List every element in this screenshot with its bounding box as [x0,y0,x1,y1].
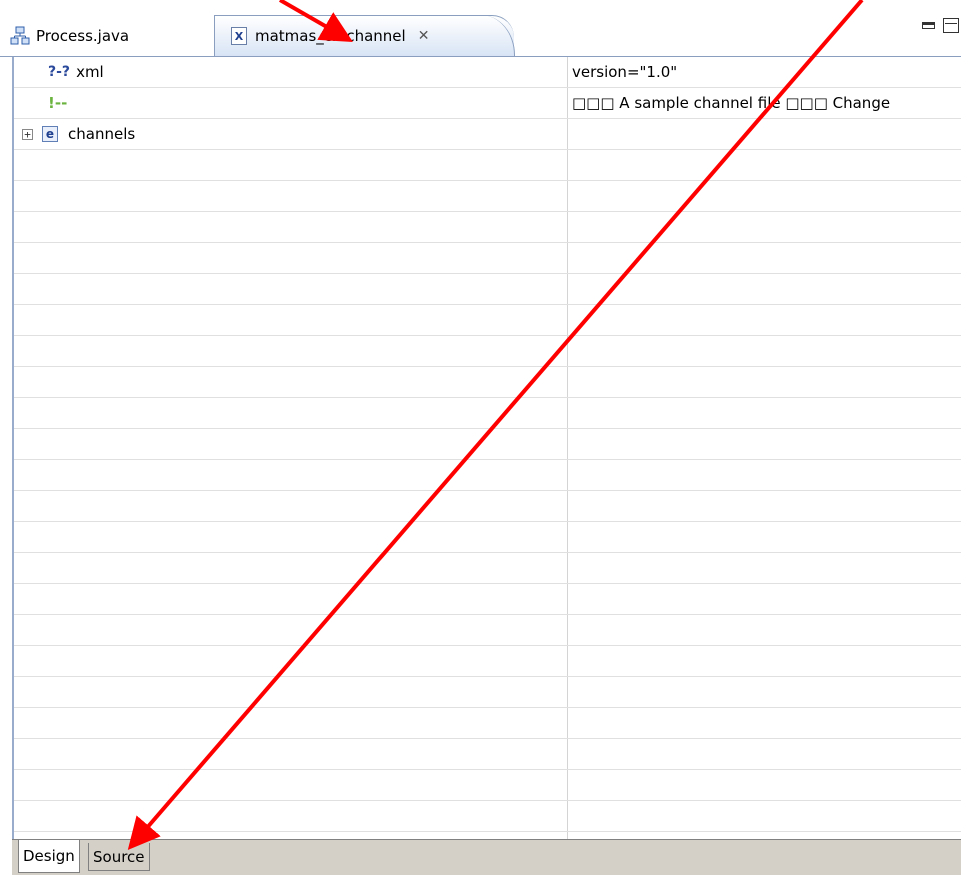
close-icon[interactable]: ✕ [418,28,430,44]
tab-label: Process.java [36,26,130,45]
empty-row [14,305,961,336]
empty-row [14,274,961,305]
empty-row [14,584,961,615]
empty-row [14,243,961,274]
svg-text:X: X [235,30,244,43]
editor-mode-tabs: Design Source [12,839,961,875]
tab-matmas-channel[interactable]: X matmas_ch.channel ✕ [214,15,515,57]
empty-row [14,801,961,832]
expand-icon[interactable]: + [22,128,33,140]
xml-design-grid: ?-? xml version="1.0" !-- □□□ A sample c… [12,57,961,839]
tab-design[interactable]: Design [18,840,80,873]
comment-icon: !-- [48,94,68,112]
tree-row-channels[interactable]: + e channels [14,119,961,150]
node-cell: ?-? xml [48,57,104,87]
minimize-icon[interactable] [922,22,935,29]
tree-row-xml[interactable]: ?-? xml version="1.0" [14,57,961,88]
xml-file-icon: X [229,26,249,46]
element-icon: e [42,126,58,142]
tab-label: matmas_ch.channel [255,27,406,45]
processing-instruction-icon: ?-? [48,64,71,80]
tab-source[interactable]: Source [88,843,150,871]
empty-row [14,708,961,739]
empty-row [14,181,961,212]
empty-row [14,615,961,646]
empty-row [14,460,961,491]
node-cell: + e channels [22,119,135,149]
empty-row [14,212,961,243]
editor-tab-bar: Process.java X matmas_ch.channel ✕ [0,0,961,57]
node-name: channels [68,125,136,143]
empty-row [14,522,961,553]
empty-row [14,646,961,677]
node-cell: !-- [48,88,67,118]
empty-row [14,491,961,522]
node-value[interactable]: □□□ A sample channel file □□□ Change [572,88,890,118]
empty-row [14,429,961,460]
empty-row [14,677,961,708]
tab-process-java[interactable]: Process.java [0,15,214,56]
empty-row [14,739,961,770]
empty-row [14,367,961,398]
empty-row [14,770,961,801]
node-name: xml [76,63,104,81]
empty-row [14,150,961,181]
empty-row [14,832,961,839]
empty-row [14,553,961,584]
process-diagram-icon [10,26,30,46]
empty-row [14,336,961,367]
view-controls [922,18,959,33]
empty-row [14,398,961,429]
node-value[interactable]: version="1.0" [572,57,677,87]
tree-row-comment[interactable]: !-- □□□ A sample channel file □□□ Change [14,88,961,119]
maximize-icon[interactable] [943,18,959,33]
